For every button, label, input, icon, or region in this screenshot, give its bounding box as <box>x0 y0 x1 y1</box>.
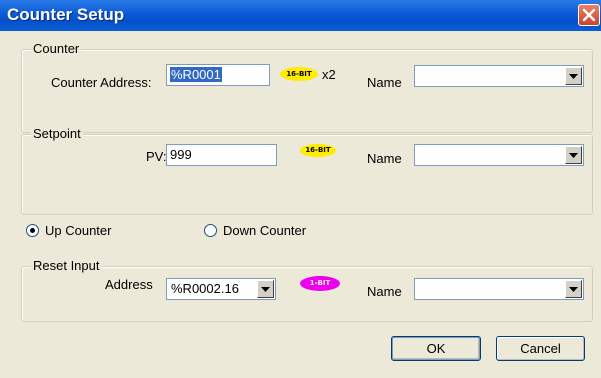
setpoint-name-label: Name <box>367 151 402 166</box>
reset-1bit-badge: 1-BIT <box>300 276 340 291</box>
setpoint-name-dropdown-button[interactable] <box>565 146 582 164</box>
reset-address-label: Address <box>105 277 153 292</box>
counter-address-label: Counter Address: <box>51 75 152 90</box>
counter-group: Counter <box>21 41 593 133</box>
chevron-down-icon <box>569 287 578 292</box>
close-button[interactable] <box>578 4 600 26</box>
reset-address-value: %R0002.16 <box>171 281 239 296</box>
window-title: Counter Setup <box>7 5 125 24</box>
setpoint-16bit-badge: 16-BIT <box>300 144 336 157</box>
reset-name-dropdown-button[interactable] <box>565 280 582 298</box>
reset-name-select[interactable] <box>414 278 584 300</box>
reset-name-label: Name <box>367 284 402 299</box>
counter-multiplier: x2 <box>322 67 336 82</box>
counter-name-dropdown-button[interactable] <box>565 67 582 85</box>
reset-input-group-legend: Reset Input <box>31 258 102 274</box>
chevron-down-icon <box>569 153 578 158</box>
cancel-button[interactable]: Cancel <box>496 336 585 361</box>
close-icon <box>582 8 596 22</box>
reset-address-dropdown-button[interactable] <box>257 280 274 298</box>
chevron-down-icon <box>261 287 270 292</box>
counter-address-input[interactable]: %R0001 <box>166 64 270 86</box>
counter-group-legend: Counter <box>31 41 82 57</box>
pv-input[interactable]: 999 <box>166 144 277 166</box>
reset-address-select[interactable]: %R0002.16 <box>166 278 276 300</box>
counter-name-label: Name <box>367 75 402 90</box>
up-counter-radio[interactable] <box>26 224 39 237</box>
down-counter-radio[interactable] <box>204 224 217 237</box>
down-counter-label[interactable]: Down Counter <box>223 223 306 239</box>
dialog-body: Counter Counter Address: %R0001 16-BIT x… <box>0 31 601 378</box>
chevron-down-icon <box>569 74 578 79</box>
pv-value: 999 <box>170 147 192 162</box>
setpoint-name-select[interactable] <box>414 144 584 166</box>
up-counter-label[interactable]: Up Counter <box>45 223 111 239</box>
pv-label: PV: <box>146 149 167 164</box>
counter-16bit-badge: 16-BIT <box>280 67 318 81</box>
title-bar[interactable]: Counter Setup <box>0 0 601 31</box>
ok-button[interactable]: OK <box>391 336 481 361</box>
counter-address-value: %R0001 <box>170 67 222 82</box>
counter-name-select[interactable] <box>414 65 584 87</box>
setpoint-group-legend: Setpoint <box>31 126 83 142</box>
